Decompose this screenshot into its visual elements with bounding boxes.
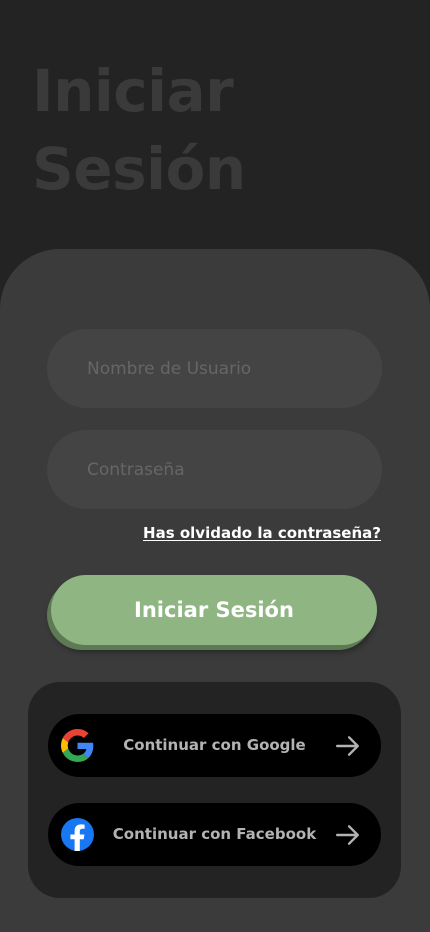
facebook-login-button[interactable]: Continuar con Facebook <box>48 803 381 866</box>
login-button[interactable]: Iniciar Sesión <box>51 575 377 645</box>
facebook-login-label: Continuar con Facebook <box>112 825 317 843</box>
google-login-label: Continuar con Google <box>123 736 306 754</box>
google-icon <box>61 729 94 762</box>
arrow-right-icon <box>335 825 359 845</box>
social-login-panel: Continuar con Google Continuar con Faceb… <box>28 682 401 898</box>
username-input[interactable] <box>47 329 382 408</box>
page-title: Iniciar Sesión <box>32 57 246 203</box>
password-input[interactable] <box>47 430 382 509</box>
login-card: Has olvidado la contraseña? Iniciar Sesi… <box>0 249 430 932</box>
google-login-button[interactable]: Continuar con Google <box>48 714 381 777</box>
facebook-icon <box>61 818 94 851</box>
forgot-password-link[interactable]: Has olvidado la contraseña? <box>143 524 381 542</box>
arrow-right-icon <box>335 736 359 756</box>
